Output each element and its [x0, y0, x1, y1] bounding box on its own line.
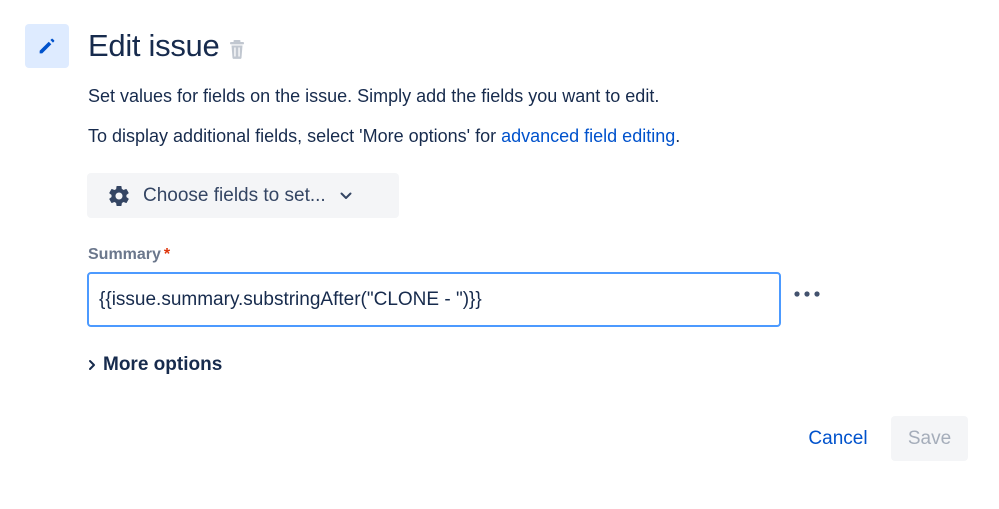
- description-line-1: Set values for fields on the issue. Simp…: [88, 86, 660, 106]
- choose-fields-label: Choose fields to set...: [143, 184, 326, 206]
- page-title: Edit issue: [88, 28, 220, 63]
- edit-action-icon-box: [25, 24, 69, 68]
- gear-icon: [107, 184, 131, 208]
- summary-label: Summary *: [88, 246, 170, 264]
- chevron-down-icon: [340, 190, 352, 202]
- more-options-label: More options: [103, 354, 223, 375]
- chevron-right-icon: [88, 358, 98, 372]
- cancel-button[interactable]: Cancel: [796, 417, 880, 461]
- more-horizontal-icon[interactable]: [793, 284, 821, 304]
- description-line-2-text: To display additional fields, select 'Mo…: [88, 126, 502, 146]
- choose-fields-button[interactable]: Choose fields to set...: [87, 173, 399, 218]
- save-button[interactable]: Save: [891, 416, 968, 461]
- description-line-2-suffix: .: [675, 126, 681, 146]
- description-line-2: To display additional fields, select 'Mo…: [88, 126, 680, 147]
- edit-issue-panel: Edit issue Set values for fields on the …: [0, 0, 999, 509]
- summary-input[interactable]: [87, 272, 781, 327]
- trash-icon[interactable]: [229, 38, 247, 60]
- advanced-field-editing-link[interactable]: advanced field editing: [501, 126, 675, 146]
- required-marker: *: [163, 246, 171, 263]
- summary-label-text: Summary: [88, 246, 161, 263]
- title-row: Edit issue: [88, 24, 247, 68]
- pencil-icon: [39, 38, 55, 54]
- more-options-toggle[interactable]: More options: [88, 354, 222, 376]
